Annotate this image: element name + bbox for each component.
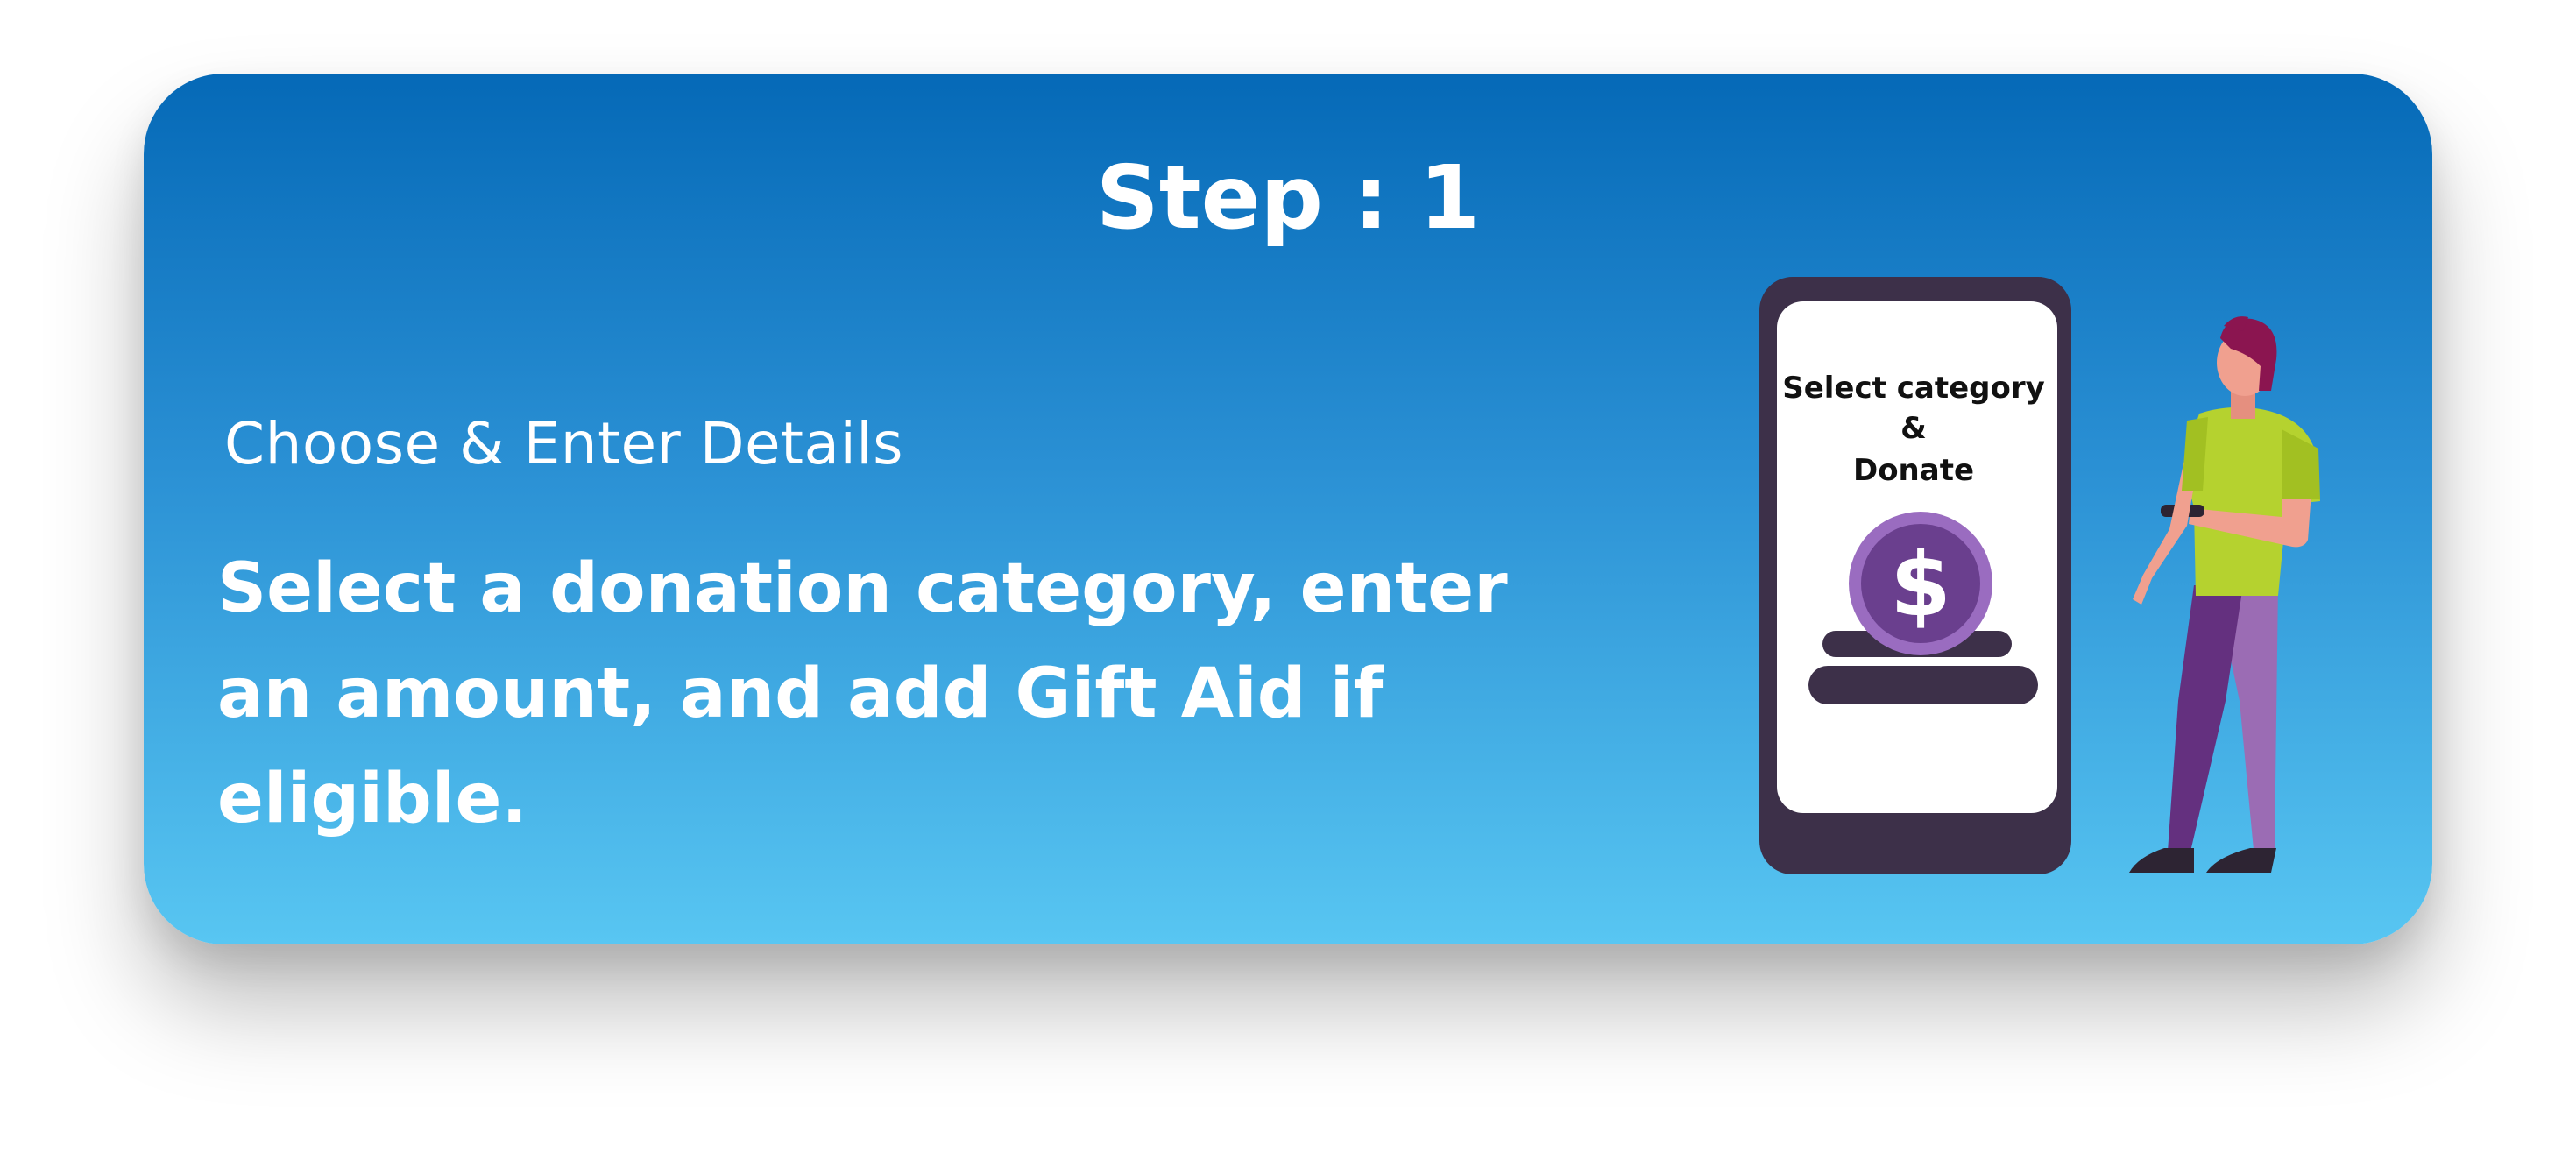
coin-dollar-symbol: $ <box>1890 534 1951 636</box>
donation-illustration: Select category & Donate $ <box>1759 277 2320 874</box>
phone-text-line3: Donate <box>1853 453 1974 488</box>
phone-text-line2: & <box>1900 411 1927 446</box>
phone-illustration: Select category & Donate $ <box>1759 277 2071 874</box>
person-illustration <box>2129 316 2320 873</box>
phone-text-line1: Select category <box>1782 371 2045 406</box>
dollar-coin-icon: $ <box>1849 512 1992 655</box>
